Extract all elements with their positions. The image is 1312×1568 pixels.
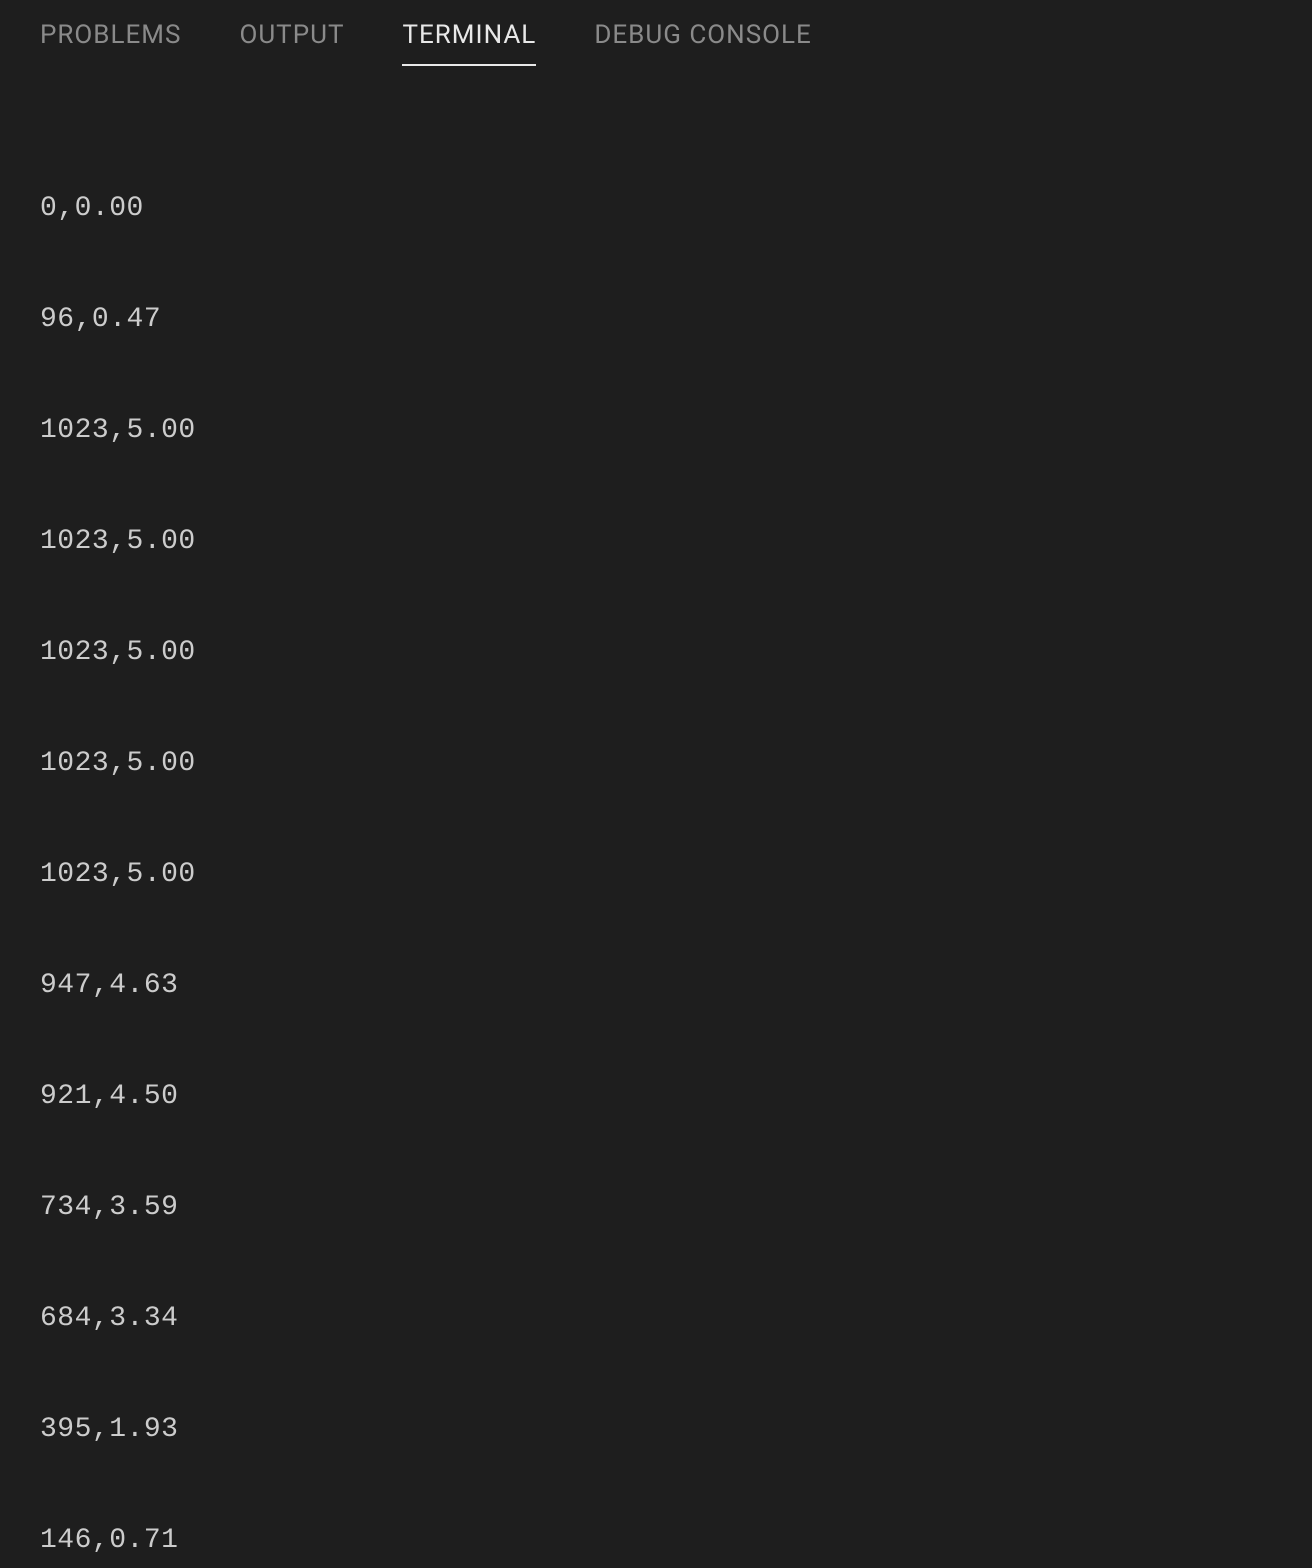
terminal-line: 1023,5.00 <box>40 856 1272 893</box>
terminal-line: 1023,5.00 <box>40 634 1272 671</box>
tab-problems[interactable]: PROBLEMS <box>40 20 181 66</box>
terminal-line: 947,4.63 <box>40 967 1272 1004</box>
tab-output[interactable]: OUTPUT <box>239 20 344 66</box>
tab-debug-console[interactable]: DEBUG CONSOLE <box>594 20 812 66</box>
panel-tab-bar: PROBLEMS OUTPUT TERMINAL DEBUG CONSOLE <box>0 0 1312 66</box>
terminal-line: 1023,5.00 <box>40 412 1272 449</box>
terminal-line: 1023,5.00 <box>40 523 1272 560</box>
tab-terminal[interactable]: TERMINAL <box>402 20 536 66</box>
terminal-line: 96,0.47 <box>40 301 1272 338</box>
terminal-line: 0,0.00 <box>40 190 1272 227</box>
terminal-line: 1023,5.00 <box>40 745 1272 782</box>
terminal-line: 146,0.71 <box>40 1522 1272 1559</box>
terminal-line: 734,3.59 <box>40 1189 1272 1226</box>
terminal-line: 395,1.93 <box>40 1411 1272 1448</box>
terminal-line: 921,4.50 <box>40 1078 1272 1115</box>
terminal-line: 684,3.34 <box>40 1300 1272 1337</box>
terminal-output[interactable]: 0,0.00 96,0.47 1023,5.00 1023,5.00 1023,… <box>0 66 1312 1568</box>
